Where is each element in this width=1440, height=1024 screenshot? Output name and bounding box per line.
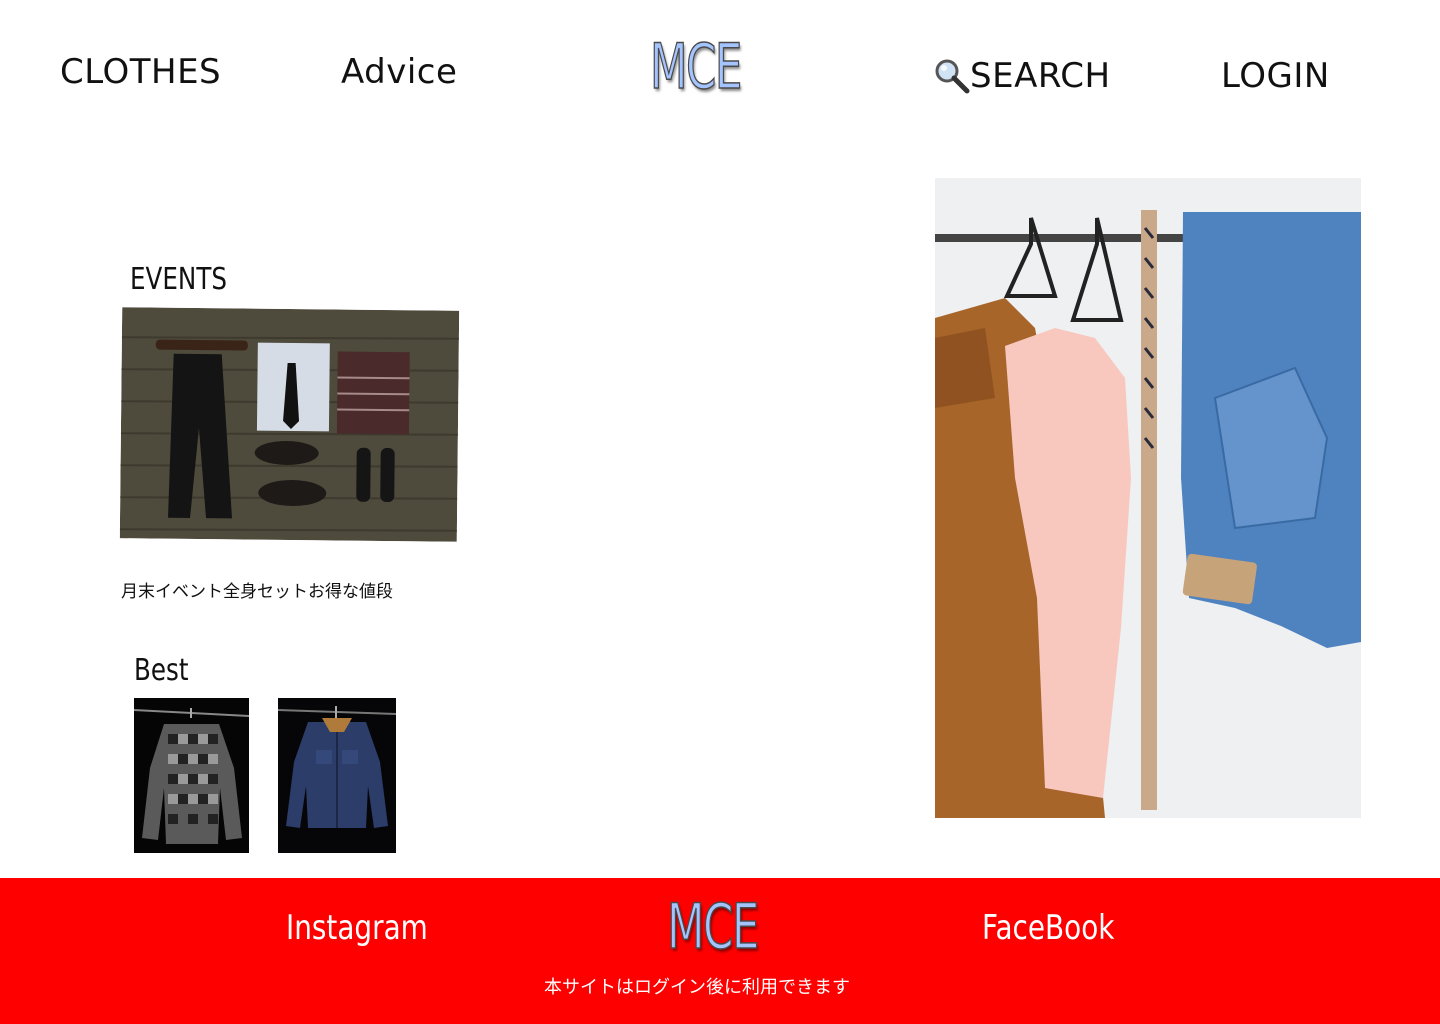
search-icon — [934, 58, 970, 94]
footer-login-note: 本サイトはログイン後に利用できます — [544, 977, 850, 998]
events-photo[interactable] — [119, 307, 460, 542]
site-footer: Instagram MCE FaceBook 本サイトはログイン後に利用できます — [0, 878, 1440, 1024]
footer-facebook-link[interactable]: FaceBook — [982, 908, 1114, 948]
events-title: EVENTS — [130, 262, 227, 297]
best-item-denim-jacket[interactable] — [278, 698, 396, 853]
search-link[interactable]: SEARCH — [934, 56, 1111, 96]
nav-clothes-link[interactable]: CLOTHES — [60, 52, 221, 92]
search-label: SEARCH — [970, 56, 1111, 96]
nav-advice-link[interactable]: Advice — [341, 52, 457, 92]
hero-clothes-rack-photo[interactable] — [935, 178, 1361, 818]
login-link[interactable]: LOGIN — [1221, 56, 1330, 96]
site-logo[interactable]: MCE — [649, 35, 742, 99]
best-item-plaid-shirt[interactable] — [134, 698, 249, 853]
best-title: Best — [134, 653, 189, 688]
footer-instagram-link[interactable]: Instagram — [286, 908, 428, 948]
events-caption: 月末イベント全身セットお得な値段 — [121, 582, 393, 602]
footer-logo[interactable]: MCE — [666, 895, 759, 959]
